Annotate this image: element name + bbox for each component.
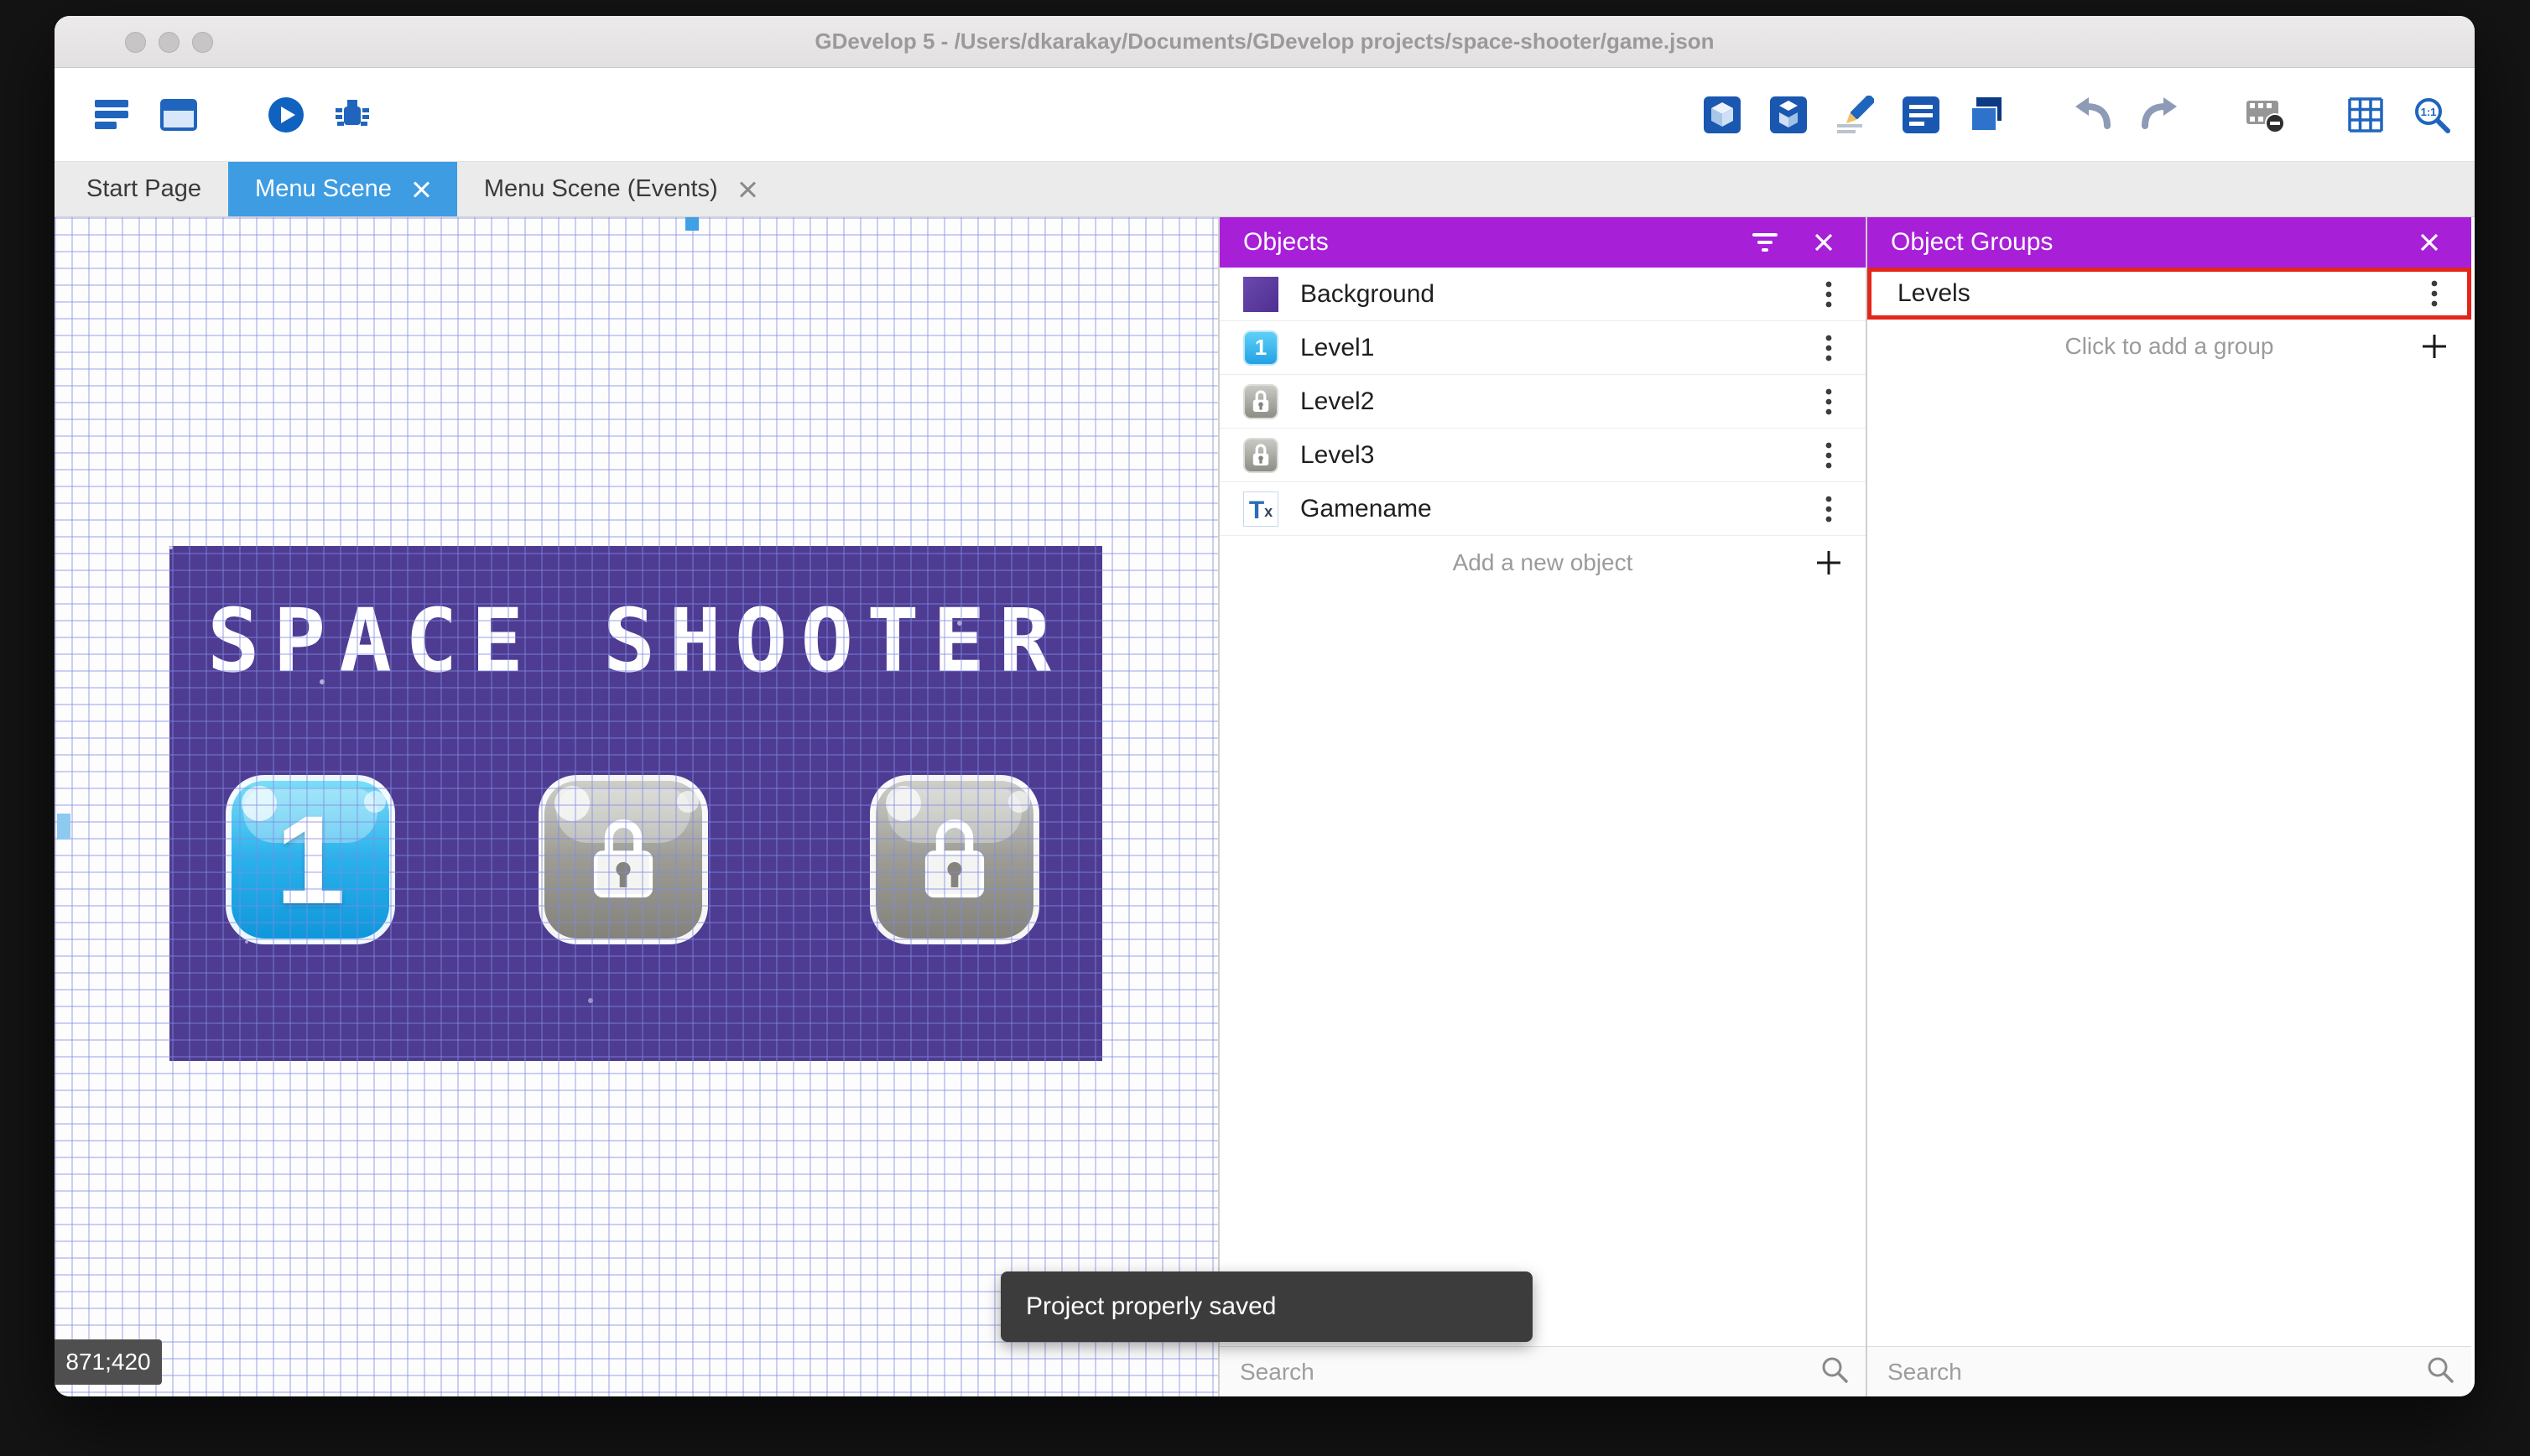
save-toast: Project properly saved [1001, 1271, 1533, 1342]
level2-button-object[interactable] [539, 775, 708, 944]
level1-number: 1 [275, 788, 346, 930]
scene-stars [169, 546, 173, 549]
scene-edge-marker-left[interactable] [57, 814, 70, 840]
object-groups-panel: Object Groups Levels Click to add a grou… [1867, 217, 2471, 1396]
zoom-1-1-icon[interactable]: 1:1 [2411, 94, 2453, 136]
tab-menu-scene[interactable]: Menu Scene [228, 162, 457, 216]
tab-label: Menu Scene (Events) [483, 175, 718, 202]
scene-edge-marker-top[interactable] [685, 217, 699, 231]
tab-label: Menu Scene [255, 175, 392, 202]
object-row-gamename[interactable]: Tx Gamename [1220, 482, 1866, 536]
debug-icon[interactable] [331, 94, 373, 136]
tab-menu-scene-events[interactable]: Menu Scene (Events) [457, 162, 783, 216]
edit-scene-icon[interactable] [1834, 94, 1876, 136]
scene-canvas[interactable]: SPACE SHOOTER 1 871;420 [55, 217, 1218, 1396]
main-content: SPACE SHOOTER 1 871;420 Objects Backgrou… [55, 217, 2475, 1396]
add-new-object-button[interactable]: Add a new object [1220, 536, 1866, 590]
objects-panel-header: Objects [1220, 217, 1866, 268]
redo-icon[interactable] [2138, 94, 2180, 136]
group-menu-icon[interactable] [2418, 277, 2451, 310]
objects-panel-title: Objects [1243, 228, 1329, 256]
object-name: Level2 [1300, 387, 1375, 415]
groups-search-input[interactable] [1887, 1358, 2426, 1386]
group-row-levels[interactable]: Levels [1867, 268, 2471, 320]
scene-title-text[interactable]: SPACE SHOOTER [169, 590, 1102, 692]
tab-start-page[interactable]: Start Page [60, 162, 228, 216]
toolbar: 1:1 [55, 68, 2475, 162]
instances-list-icon[interactable] [1767, 94, 1809, 136]
grid-icon[interactable] [2345, 94, 2387, 136]
close-panel-icon[interactable] [2411, 224, 2448, 261]
padlock-icon [544, 781, 702, 939]
project-manager-icon[interactable] [91, 94, 133, 136]
add-group-label: Click to add a group [2064, 333, 2274, 359]
background-object-icon [1243, 276, 1278, 312]
close-tab-icon[interactable] [412, 180, 430, 199]
titlebar: GDevelop 5 - /Users/dkarakay/Documents/G… [55, 16, 2475, 68]
layers-icon[interactable] [1966, 94, 2008, 136]
object-menu-icon[interactable] [1812, 385, 1845, 419]
object-row-background[interactable]: Background [1220, 268, 1866, 321]
level1-object-icon: 1 [1243, 330, 1278, 366]
object-name: Level3 [1300, 440, 1375, 469]
add-group-button[interactable]: Click to add a group [1867, 320, 2471, 373]
svg-text:1:1: 1:1 [2421, 106, 2437, 118]
undo-icon[interactable] [2072, 94, 2114, 136]
add-object-label: Add a new object [1452, 549, 1633, 575]
zoom-window-button[interactable] [192, 31, 213, 53]
text-object-icon: Tx [1243, 491, 1278, 527]
traffic-lights [125, 16, 213, 68]
filter-icon[interactable] [1747, 224, 1783, 261]
level3-button-object[interactable] [870, 775, 1039, 944]
object-name: Gamename [1300, 494, 1432, 523]
object-name: Background [1300, 279, 1435, 308]
object-menu-icon[interactable] [1812, 492, 1845, 526]
groups-panel-empty-area [1867, 373, 2471, 1346]
objects-panel: Objects Background 1 Level1 Level2 Level… [1220, 217, 1866, 1396]
object-menu-icon[interactable] [1812, 331, 1845, 365]
tab-label: Start Page [86, 175, 202, 202]
events-sheet-icon[interactable] [1900, 94, 1942, 136]
groups-panel-title: Object Groups [1891, 228, 2054, 256]
object-name: Level1 [1300, 333, 1375, 361]
window-title: GDevelop 5 - /Users/dkarakay/Documents/G… [815, 29, 1715, 54]
render-mask-icon[interactable] [2244, 94, 2286, 136]
padlock-icon [876, 781, 1033, 939]
close-tab-icon[interactable] [738, 180, 757, 199]
minimize-window-button[interactable] [159, 31, 180, 53]
cursor-coordinates-badge: 871;420 [55, 1339, 162, 1385]
gdevelop-window: GDevelop 5 - /Users/dkarakay/Documents/G… [55, 16, 2475, 1396]
close-panel-icon[interactable] [1805, 224, 1842, 261]
lock-object-icon [1243, 383, 1278, 419]
toolbar-left-group [91, 94, 373, 136]
tab-bar: Start Page Menu Scene Menu Scene (Events… [55, 162, 2475, 217]
scene-editor-icon[interactable] [158, 94, 200, 136]
search-icon[interactable] [2426, 1355, 2455, 1388]
objects-editor-icon[interactable] [1701, 94, 1743, 136]
plus-icon[interactable] [2418, 330, 2451, 363]
plus-icon[interactable] [1812, 546, 1845, 580]
objects-search-bar [1220, 1346, 1866, 1396]
desktop-background: GDevelop 5 - /Users/dkarakay/Documents/G… [0, 0, 2530, 1456]
objects-search-input[interactable] [1240, 1358, 1820, 1386]
scene-background[interactable]: SPACE SHOOTER 1 [169, 546, 1102, 1061]
object-row-level1[interactable]: 1 Level1 [1220, 321, 1866, 375]
close-window-button[interactable] [125, 31, 146, 53]
preview-play-icon[interactable] [265, 94, 307, 136]
search-icon[interactable] [1820, 1355, 1849, 1388]
groups-search-bar [1867, 1346, 2471, 1396]
lock-object-icon [1243, 437, 1278, 473]
object-row-level2[interactable]: Level2 [1220, 375, 1866, 429]
object-menu-icon[interactable] [1812, 278, 1845, 311]
toolbar-right-group: 1:1 [1701, 94, 2453, 136]
group-name: Levels [1898, 278, 1970, 307]
object-menu-icon[interactable] [1812, 439, 1845, 472]
object-row-level3[interactable]: Level3 [1220, 429, 1866, 482]
objects-panel-empty-area [1220, 590, 1866, 1346]
groups-panel-header: Object Groups [1867, 217, 2471, 268]
level1-button-object[interactable]: 1 [226, 775, 395, 944]
